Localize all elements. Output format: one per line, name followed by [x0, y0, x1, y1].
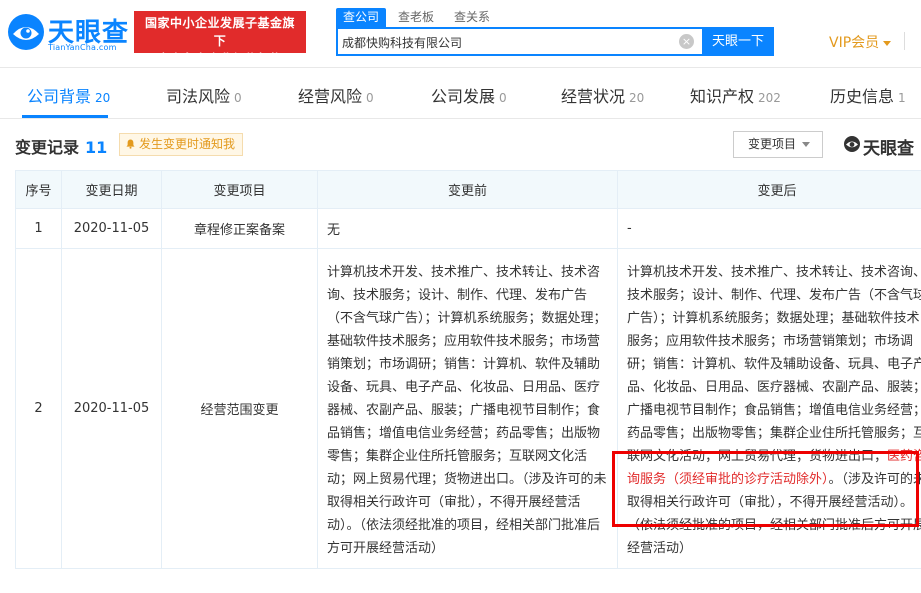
tab-count: 20: [629, 91, 645, 105]
cell-index: 1: [15, 208, 62, 249]
cell-index: 2: [15, 248, 62, 569]
col-header-date: 变更日期: [61, 170, 162, 209]
tab-label: 经营风险: [298, 87, 363, 106]
notify-label: 发生变更时通知我: [139, 137, 236, 151]
tab-label: 司法风险: [166, 87, 231, 106]
tianyancha-logo[interactable]: 天眼查 TianYanCha.com: [6, 10, 128, 54]
watermark-eye-icon: [844, 136, 860, 152]
tab-judicial-risk[interactable]: 司法风险 0: [166, 83, 242, 107]
tab-operating-risk[interactable]: 经营风险 0: [298, 83, 374, 107]
clear-icon[interactable]: ×: [679, 34, 694, 49]
filter-label: 变更项目: [748, 137, 797, 151]
vip-menu[interactable]: VIP会员: [829, 32, 892, 52]
table-header-row: 序号 变更日期 变更项目 变更前 变更后: [15, 170, 921, 209]
active-tab-underline: [22, 115, 108, 118]
col-header-item: 变更项目: [161, 170, 318, 209]
table-row: 1 2020-11-05 章程修正案备案 无 -: [15, 208, 921, 249]
search-button[interactable]: 天眼一下: [702, 27, 774, 56]
cell-item: 经营范围变更: [161, 248, 318, 569]
table-row: 2 2020-11-05 经营范围变更 计算机技术开发、技术推广、技术转让、技术…: [15, 248, 921, 569]
search-tab-company[interactable]: 查公司: [336, 8, 387, 27]
caret-down-icon: [802, 142, 810, 147]
badge-line-2: 官方备案企业征信机构: [157, 52, 283, 66]
header-divider: [904, 32, 905, 50]
vip-label: VIP会员: [829, 35, 880, 51]
search-input[interactable]: [342, 32, 672, 52]
notify-on-change-button[interactable]: 发生变更时通知我: [119, 133, 244, 156]
tab-count: 0: [366, 91, 374, 105]
col-header-index: 序号: [15, 170, 62, 209]
chevron-down-icon: [883, 40, 892, 46]
logo-eye-icon: [8, 14, 44, 50]
after-text-part-1: 计算机技术开发、技术推广、技术转让、技术咨询、技术服务；设计、制作、代理、发布广…: [627, 265, 921, 464]
logo-domain: TianYanCha.com: [48, 43, 117, 52]
col-header-after: 变更后: [617, 170, 921, 209]
cell-after: 计算机技术开发、技术推广、技术转让、技术咨询、技术服务；设计、制作、代理、发布广…: [617, 248, 921, 569]
section-count: 11: [85, 138, 108, 157]
bell-icon: [126, 139, 135, 149]
tab-count: 0: [234, 91, 242, 105]
cell-before: 计算机技术开发、技术推广、技术转让、技术咨询、技术服务；设计、制作、代理、发布广…: [317, 248, 618, 569]
search-tab-boss[interactable]: 查老板: [398, 8, 434, 27]
search-tab-relation[interactable]: 查关系: [454, 8, 490, 27]
tab-label: 经营状况: [561, 87, 626, 106]
tab-company-development[interactable]: 公司发展 0: [431, 83, 507, 107]
watermark-text: 天眼查: [863, 139, 914, 159]
cell-date: 2020-11-05: [61, 248, 162, 569]
tab-label: 知识产权: [690, 87, 755, 106]
cell-after: -: [617, 208, 921, 249]
cell-item: 章程修正案备案: [161, 208, 318, 249]
company-nav: 公司背景 20 司法风险 0 经营风险 0 公司发展 0 经营状况 20 知识产权 202 …: [0, 69, 921, 119]
tab-count: 202: [758, 91, 781, 105]
badge-line-1: 国家中小企业发展子基金旗下: [144, 16, 295, 48]
change-item-filter[interactable]: 变更项目: [733, 131, 823, 158]
tab-history-info[interactable]: 历史信息 1: [830, 83, 906, 107]
tab-intellectual-property[interactable]: 知识产权 202: [690, 83, 781, 107]
tab-company-background[interactable]: 公司背景 20: [27, 83, 110, 107]
tab-label: 公司背景: [27, 87, 92, 106]
col-header-before: 变更前: [317, 170, 618, 209]
tab-count: 1: [898, 91, 906, 105]
official-badge: 国家中小企业发展子基金旗下 官方备案企业征信机构: [134, 11, 306, 66]
tab-count: 20: [95, 91, 111, 105]
tab-operating-status[interactable]: 经营状况 20: [561, 83, 644, 107]
tab-count: 0: [499, 91, 507, 105]
cell-date: 2020-11-05: [61, 208, 162, 249]
search-box: ×: [336, 27, 702, 56]
change-records-table: 序号 变更日期 变更项目 变更前 变更后 1 2020-11-05 章程修正案备…: [15, 170, 921, 569]
top-header: 天眼查 TianYanCha.com 国家中小企业发展子基金旗下 官方备案企业征…: [0, 0, 921, 68]
section-title-label: 变更记录: [15, 138, 80, 157]
tab-label: 历史信息: [830, 87, 895, 106]
section-title: 变更记录 11: [15, 134, 107, 158]
cell-before: 无: [317, 208, 618, 249]
tab-label: 公司发展: [431, 87, 496, 106]
